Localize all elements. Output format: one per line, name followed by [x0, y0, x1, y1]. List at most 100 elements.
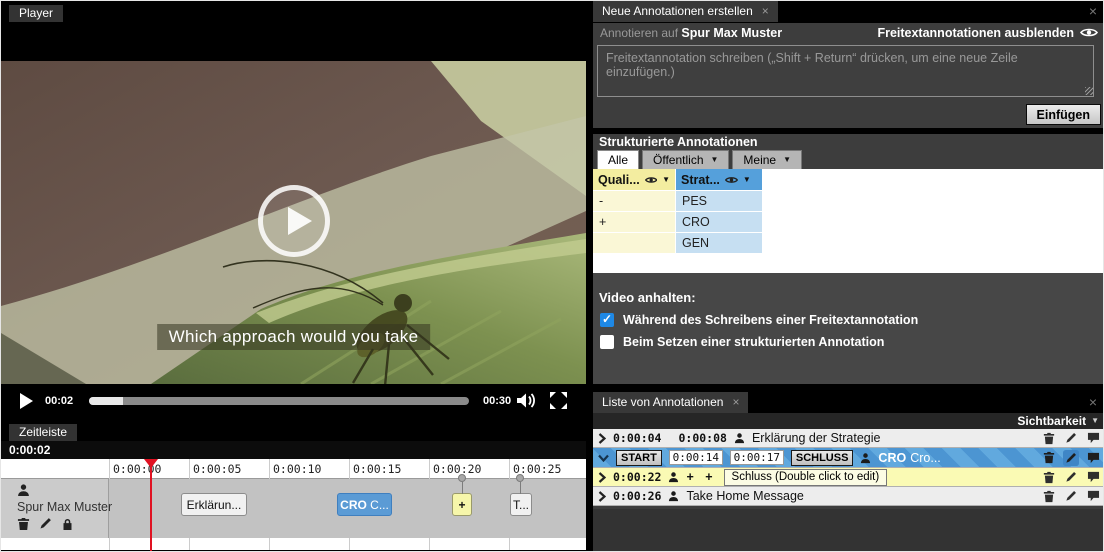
visibility-dropdown[interactable]: Sichtbarkeit [1017, 414, 1086, 428]
end-time: 0:00:08 [678, 431, 726, 445]
end-time-input[interactable] [730, 450, 784, 465]
tab-alle[interactable]: Alle [597, 150, 639, 171]
annotation-row[interactable]: 0:00:26 Take Home Message [593, 487, 1104, 506]
tab-liste-von-annotationen[interactable]: Liste von Annotationen× [593, 392, 748, 413]
tick-label: 0:00:10 [273, 462, 321, 476]
tick-label: 0:00:15 [353, 462, 401, 476]
table-cell[interactable]: - [593, 191, 675, 211]
player-controls: 00:02 00:30 [1, 384, 586, 418]
freetext-input[interactable] [597, 45, 1094, 97]
edit-tooltip[interactable]: Schluss (Double click to edit) [724, 469, 888, 486]
annotation-row[interactable]: 0:00:22 + + Schluss (Double click to edi… [593, 468, 1104, 487]
delete-icon[interactable] [1043, 451, 1055, 464]
table-cell[interactable]: CRO [676, 212, 762, 232]
chevron-right-icon[interactable] [598, 491, 606, 502]
delete-icon[interactable] [1043, 490, 1055, 503]
chevron-down-icon[interactable] [598, 454, 609, 462]
volume-icon[interactable] [516, 392, 538, 409]
column-quali: Quali... ▼ - + [593, 169, 675, 254]
annotation-block-point[interactable]: + [452, 493, 472, 516]
pause-option[interactable]: Während des Schreibens einer Freitextann… [600, 313, 918, 327]
chevron-down-icon[interactable]: ▼ [743, 176, 751, 184]
annotate-track-name: Spur Max Muster [681, 26, 782, 40]
column-label: Strat... [681, 173, 720, 187]
comment-icon[interactable] [1087, 490, 1100, 502]
grid-line [349, 459, 350, 479]
close-panel-icon[interactable]: × [1089, 3, 1097, 19]
close-tab-icon[interactable]: × [732, 395, 739, 409]
delete-icon[interactable] [1043, 471, 1055, 484]
checkbox-checked[interactable] [600, 313, 614, 327]
edit-icon[interactable] [1065, 432, 1077, 444]
eye-icon[interactable] [645, 176, 657, 184]
schluss-button[interactable]: SCHLUSS [791, 450, 854, 466]
delete-track-icon[interactable] [17, 517, 30, 531]
column-header-quali[interactable]: Quali... ▼ [593, 169, 675, 190]
table-cell[interactable] [593, 233, 675, 253]
annotation-row-selected[interactable]: START SCHLUSS CROCro... [593, 448, 1104, 468]
edit-track-icon[interactable] [39, 517, 52, 531]
comment-icon[interactable] [1087, 452, 1100, 464]
resize-grip[interactable] [1085, 87, 1093, 95]
delete-icon[interactable] [1043, 432, 1055, 445]
start-button[interactable]: START [616, 450, 662, 466]
grid-line [109, 459, 110, 479]
tab-meine[interactable]: Meine▼ [732, 150, 802, 171]
table-cell[interactable]: + [593, 212, 675, 232]
edit-icon[interactable] [1065, 471, 1077, 483]
table-cell[interactable]: PES [676, 191, 762, 211]
column-header-strat[interactable]: Strat... ▼ [676, 169, 762, 190]
annotation-block-point[interactable]: T... [510, 493, 532, 516]
table-cell[interactable]: GEN [676, 233, 762, 253]
annotation-block[interactable]: Erklärun... [181, 493, 247, 516]
list-empty-area [593, 509, 1104, 552]
fullscreen-icon[interactable] [549, 391, 568, 410]
timeline-empty-row [1, 538, 586, 550]
comment-icon[interactable] [1087, 471, 1100, 483]
hide-freetext-toggle[interactable]: Freitextannotationen ausblenden [877, 26, 1098, 40]
pin-stem [462, 482, 463, 494]
insert-button[interactable]: Einfügen [1026, 104, 1101, 125]
tab-player[interactable]: Player [9, 5, 63, 22]
grid-line [109, 538, 110, 550]
chevron-right-icon[interactable] [598, 472, 606, 483]
annotation-block-selected[interactable]: CRO C... [337, 493, 392, 516]
tab-oeffentlich[interactable]: Öffentlich▼ [642, 150, 729, 171]
start-time: 0:00:04 [613, 431, 661, 445]
close-panel-icon[interactable]: × [1089, 394, 1097, 410]
start-time-input[interactable] [669, 450, 723, 465]
close-tab-icon[interactable]: × [762, 4, 769, 18]
edit-icon[interactable] [1065, 490, 1077, 502]
eye-icon[interactable] [725, 176, 738, 184]
block-label-bold: CRO [340, 498, 367, 512]
checkbox-unchecked[interactable] [600, 335, 614, 349]
pause-option[interactable]: Beim Setzen einer strukturierten Annotat… [600, 335, 884, 349]
annotate-on-label: Annotieren auf [600, 26, 678, 40]
comment-icon[interactable] [1087, 432, 1100, 444]
grid-line [429, 538, 430, 550]
annotation-label: CROCro... [878, 451, 940, 465]
chevron-right-icon[interactable] [598, 433, 606, 444]
grid-line [429, 459, 430, 479]
lock-track-icon[interactable] [61, 517, 74, 531]
video-viewport[interactable]: Which approach would you take [1, 61, 586, 384]
play-overlay-button[interactable] [258, 185, 330, 257]
timeline-ruler[interactable]: 0:00:00 0:00:05 0:00:10 0:00:15 0:00:20 … [1, 459, 586, 479]
annotation-row[interactable]: 0:00:04 0:00:08 Erklärung der Strategie [593, 429, 1104, 448]
annotation-label: Erklärung der Strategie [752, 431, 881, 445]
tab-zeitleiste[interactable]: Zeitleiste [9, 424, 77, 441]
pause-settings: Video anhalten: Während des Schreibens e… [593, 273, 1104, 384]
timeline-track[interactable]: Spur Max Muster Erklärun... CRO C... + T… [1, 479, 586, 538]
person-icon [860, 452, 871, 464]
annotate-header: Annotieren auf Spur Max Muster Freitexta… [593, 23, 1104, 42]
playhead[interactable] [150, 459, 152, 552]
seek-bar[interactable] [89, 397, 469, 405]
duration-time: 00:30 [483, 395, 511, 407]
person-icon [734, 432, 745, 444]
chevron-down-icon[interactable]: ▼ [662, 176, 670, 184]
edit-icon-active[interactable] [1065, 452, 1077, 464]
tab-neue-annotationen[interactable]: Neue Annotationen erstellen× [593, 1, 778, 22]
playhead-handle[interactable] [144, 459, 158, 468]
play-button[interactable] [20, 393, 33, 409]
pause-heading: Video anhalten: [599, 290, 696, 305]
